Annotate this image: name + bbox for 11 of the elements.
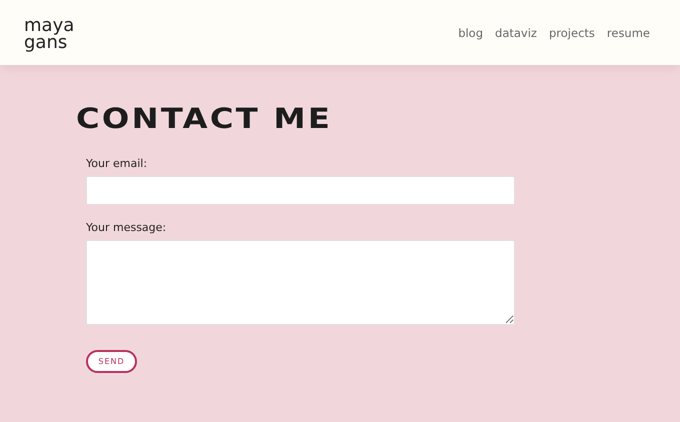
message-field[interactable] [86, 240, 515, 325]
field-label: Your message: [86, 221, 168, 234]
nav-link[interactable]: resume [606, 26, 650, 40]
page-heading: CONTACT ME [76, 103, 334, 135]
email-field[interactable] [86, 176, 515, 205]
nav-link[interactable]: projects [548, 26, 595, 40]
nav-link[interactable]: dataviz [495, 26, 537, 40]
send-button[interactable]: SEND [86, 350, 137, 373]
field-label: Your email: [86, 157, 148, 170]
site-logo[interactable]: maya gans [24, 16, 74, 50]
nav-link[interactable]: blog [458, 26, 484, 40]
